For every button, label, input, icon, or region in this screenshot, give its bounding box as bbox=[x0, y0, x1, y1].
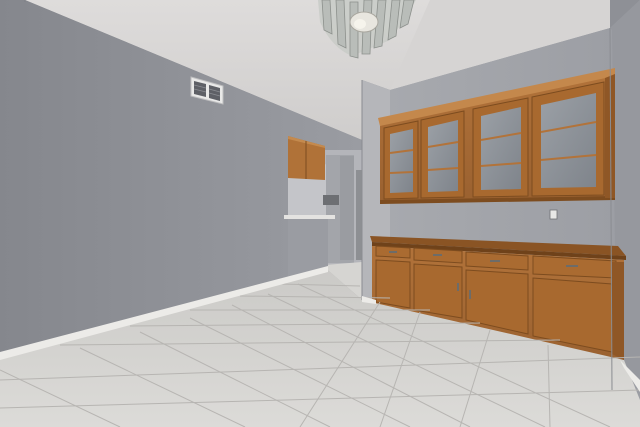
wall-outlet bbox=[549, 209, 558, 220]
base-cabinet-door bbox=[375, 259, 411, 309]
room-photo bbox=[0, 0, 640, 427]
upper-cabinet-door bbox=[531, 81, 605, 197]
room-illustration bbox=[0, 0, 640, 427]
upper-cabinet-door bbox=[420, 110, 465, 199]
drawer bbox=[413, 247, 463, 264]
upper-cabinet-door bbox=[472, 97, 529, 198]
drawer bbox=[375, 245, 411, 259]
upper-cabinet-door bbox=[383, 120, 419, 200]
